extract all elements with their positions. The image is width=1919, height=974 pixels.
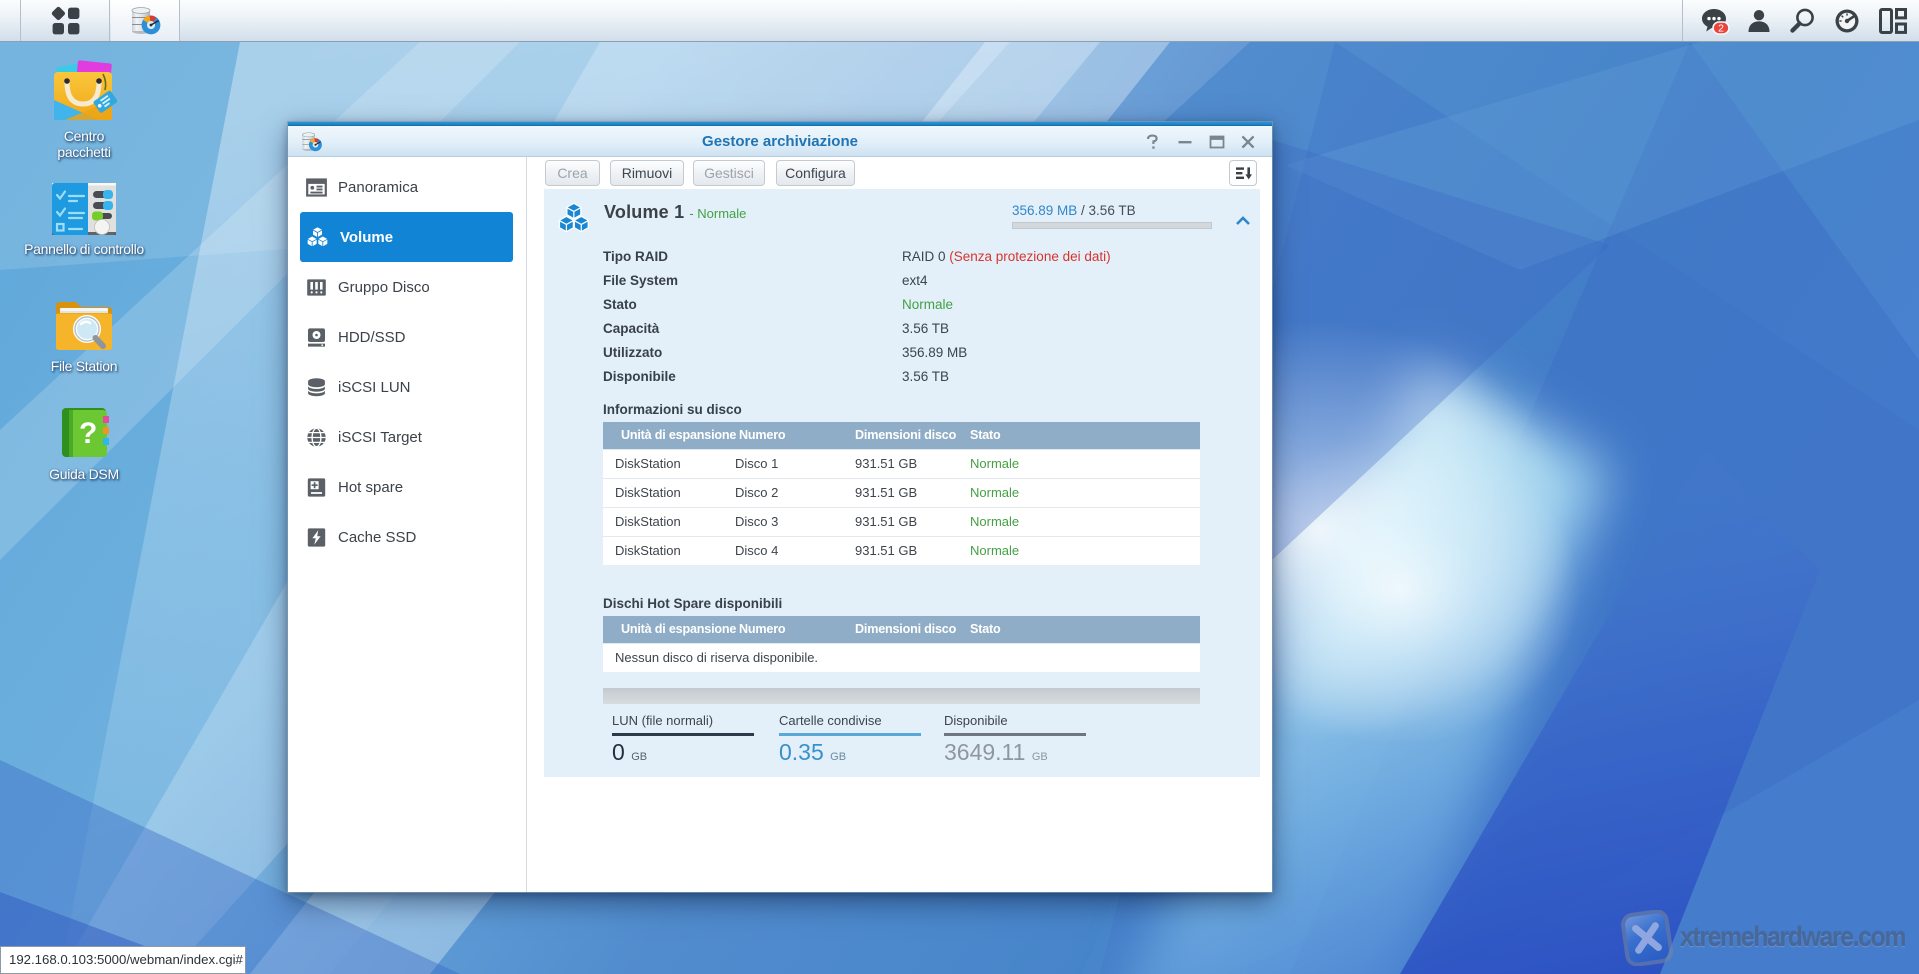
svg-text:2: 2: [1718, 22, 1724, 34]
svg-text:?: ?: [79, 417, 97, 450]
